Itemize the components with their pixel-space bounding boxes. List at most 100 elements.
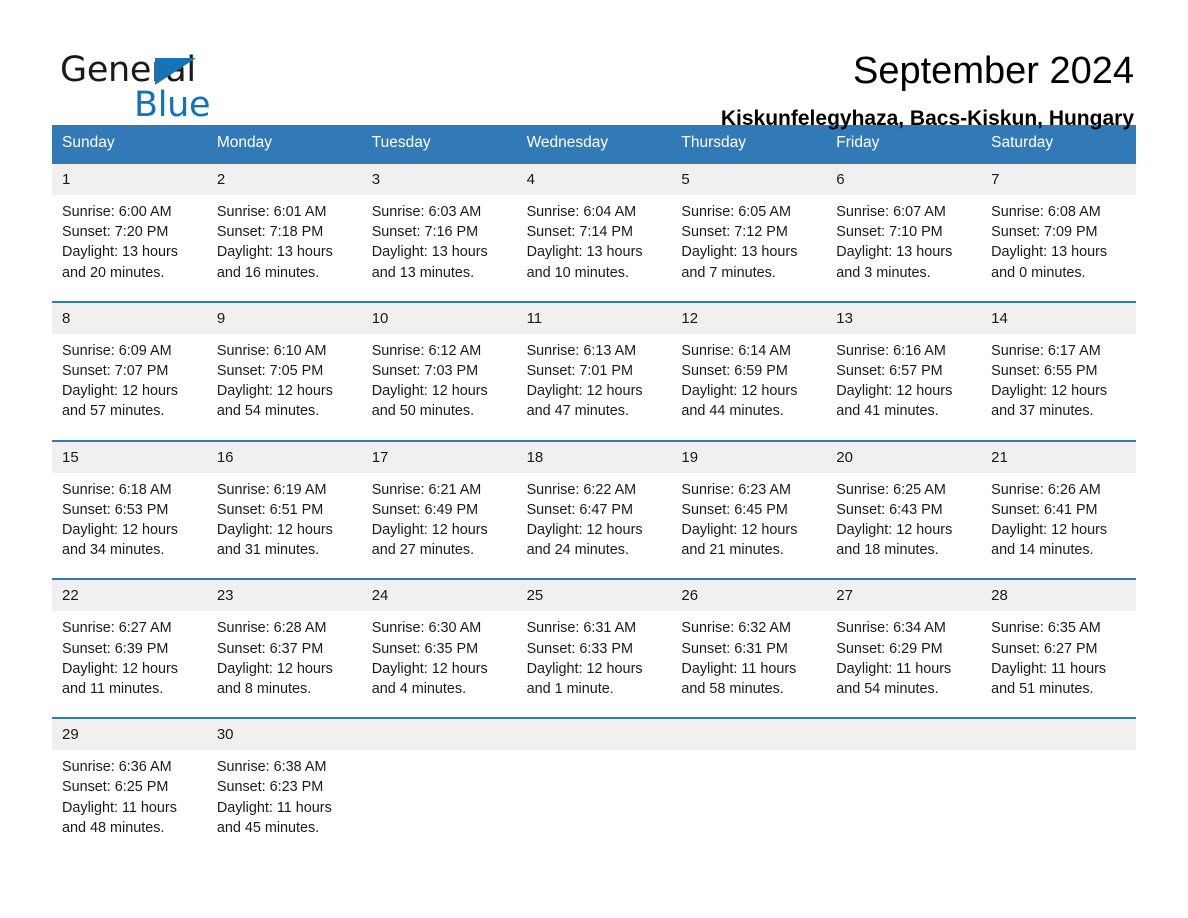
day-cell: Sunrise: 6:23 AM Sunset: 6:45 PM Dayligh… xyxy=(671,480,826,561)
daylight-text-line2: and 51 minutes. xyxy=(991,681,1094,698)
sunset-text: Sunset: 6:35 PM xyxy=(371,640,479,657)
daylight-text-line2: and 21 minutes. xyxy=(681,542,784,559)
daylight-text-line2: and 24 minutes. xyxy=(526,542,629,559)
daylight-text-line2: and 18 minutes. xyxy=(836,542,939,559)
sunrise-text: Sunrise: 6:08 AM xyxy=(991,204,1101,220)
daylight-text-line1: Daylight: 13 hours xyxy=(62,244,178,261)
page-title: September 2024 xyxy=(853,50,1134,92)
day-number: 7 xyxy=(991,171,1000,188)
day-cell: Sunrise: 6:38 AM Sunset: 6:23 PM Dayligh… xyxy=(207,757,362,838)
day-number: 13 xyxy=(836,309,853,327)
sunset-text: Sunset: 6:29 PM xyxy=(836,640,943,657)
day-cell: Sunrise: 6:35 AM Sunset: 6:27 PM Dayligh… xyxy=(981,618,1136,699)
weekday-header-sunday: Sunday xyxy=(62,134,115,151)
week-daynumber-row: 15 16 17 18 19 20 21 xyxy=(52,441,1136,473)
daylight-text-line1: Daylight: 12 hours xyxy=(62,383,178,400)
daylight-text-line1: Daylight: 12 hours xyxy=(681,383,798,400)
day-cell: Sunrise: 6:10 AM Sunset: 7:05 PM Dayligh… xyxy=(207,341,362,422)
day-number-empty xyxy=(826,719,981,750)
day-number-empty xyxy=(671,719,826,750)
day-number: 6 xyxy=(836,171,845,188)
week-row: 22 23 24 25 26 27 28 Sunrise: 6:27 AM Su… xyxy=(52,578,1136,718)
sunrise-text: Sunrise: 6:34 AM xyxy=(836,620,946,637)
daylight-text-line2: and 48 minutes. xyxy=(62,819,165,836)
daylight-text-line2: and 47 minutes. xyxy=(526,403,629,420)
sunset-text: Sunset: 6:47 PM xyxy=(526,501,633,518)
sunset-text: Sunset: 6:43 PM xyxy=(836,501,943,518)
day-cell: Sunrise: 6:03 AM Sunset: 7:16 PM Dayligh… xyxy=(362,202,517,283)
day-cell: Sunrise: 6:27 AM Sunset: 6:39 PM Dayligh… xyxy=(52,618,207,699)
day-number: 27 xyxy=(836,587,853,605)
daylight-text-line1: Daylight: 12 hours xyxy=(526,383,643,400)
sunrise-text: Sunrise: 6:05 AM xyxy=(681,204,792,220)
sunrise-text: Sunrise: 6:22 AM xyxy=(526,481,637,498)
daylight-text-line2: and 58 minutes. xyxy=(681,681,784,698)
sunset-text: Sunset: 6:37 PM xyxy=(216,640,324,657)
sunrise-text: Sunrise: 6:36 AM xyxy=(62,759,172,776)
daylight-text-line2: and 14 minutes. xyxy=(991,542,1094,559)
sunrise-text: Sunrise: 6:27 AM xyxy=(62,620,172,637)
daylight-text-line1: Daylight: 13 hours xyxy=(371,244,488,261)
daylight-text-line1: Daylight: 12 hours xyxy=(836,522,953,539)
calendar-table: Sunday Monday Tuesday Wednesday Thursday… xyxy=(52,125,1136,857)
day-cell: Sunrise: 6:01 AM Sunset: 7:18 PM Dayligh… xyxy=(207,202,362,283)
daylight-text-line1: Daylight: 12 hours xyxy=(681,522,798,539)
day-number: 5 xyxy=(681,171,690,188)
sunrise-text: Sunrise: 6:04 AM xyxy=(526,204,637,220)
daylight-text-line2: and 54 minutes. xyxy=(836,681,939,698)
day-cell-empty xyxy=(671,757,826,838)
sunrise-text: Sunrise: 6:09 AM xyxy=(62,342,172,359)
sunrise-text: Sunrise: 6:30 AM xyxy=(371,620,482,637)
day-cell: Sunrise: 6:14 AM Sunset: 6:59 PM Dayligh… xyxy=(671,341,826,422)
week-detail-row: Sunrise: 6:36 AM Sunset: 6:25 PM Dayligh… xyxy=(52,750,1136,857)
daylight-text-line1: Daylight: 12 hours xyxy=(62,522,178,539)
day-number: 17 xyxy=(371,448,389,466)
day-number-empty xyxy=(362,719,517,750)
daylight-text-line1: Daylight: 12 hours xyxy=(991,522,1108,539)
day-cell: Sunrise: 6:31 AM Sunset: 6:33 PM Dayligh… xyxy=(517,618,672,699)
day-cell: Sunrise: 6:19 AM Sunset: 6:51 PM Dayligh… xyxy=(207,480,362,561)
sunset-text: Sunset: 7:18 PM xyxy=(216,224,324,241)
day-number: 4 xyxy=(526,171,535,188)
week-detail-row: Sunrise: 6:18 AM Sunset: 6:53 PM Dayligh… xyxy=(52,472,1136,579)
week-daynumber-row: 8 9 10 11 12 13 14 xyxy=(52,302,1136,334)
daylight-text-line1: Daylight: 12 hours xyxy=(216,522,333,539)
day-number: 1 xyxy=(62,171,71,188)
sunrise-text: Sunrise: 6:18 AM xyxy=(62,481,172,498)
day-cell: Sunrise: 6:21 AM Sunset: 6:49 PM Dayligh… xyxy=(362,480,517,561)
week-row: 29 30 Sunrise: 6:36 AM Sunset: 6:25 PM D… xyxy=(52,717,1136,857)
daylight-text-line2: and 3 minutes. xyxy=(836,264,931,281)
day-cell: Sunrise: 6:16 AM Sunset: 6:57 PM Dayligh… xyxy=(826,341,981,422)
day-number: 15 xyxy=(62,448,79,466)
sunset-text: Sunset: 7:14 PM xyxy=(526,224,633,241)
daylight-text-line2: and 4 minutes. xyxy=(371,681,467,698)
day-cell: Sunrise: 6:13 AM Sunset: 7:01 PM Dayligh… xyxy=(517,341,672,422)
general-blue-logo: General Blue xyxy=(56,48,356,128)
day-cell: Sunrise: 6:26 AM Sunset: 6:41 PM Dayligh… xyxy=(981,480,1136,561)
daylight-text-line1: Daylight: 11 hours xyxy=(216,799,332,816)
day-number: 26 xyxy=(681,587,699,605)
sunset-text: Sunset: 6:51 PM xyxy=(216,501,324,518)
day-number: 29 xyxy=(62,726,79,744)
sunset-text: Sunset: 6:27 PM xyxy=(991,640,1098,657)
sunset-text: Sunset: 7:20 PM xyxy=(62,224,169,241)
daylight-text-line2: and 34 minutes. xyxy=(62,542,165,559)
day-cell: Sunrise: 6:28 AM Sunset: 6:37 PM Dayligh… xyxy=(207,618,362,699)
sunrise-text: Sunrise: 6:01 AM xyxy=(216,204,327,220)
day-cell: Sunrise: 6:32 AM Sunset: 6:31 PM Dayligh… xyxy=(671,618,826,699)
sunrise-text: Sunrise: 6:13 AM xyxy=(526,342,637,359)
sunset-text: Sunset: 7:01 PM xyxy=(526,363,633,380)
day-cell: Sunrise: 6:25 AM Sunset: 6:43 PM Dayligh… xyxy=(826,480,981,561)
calendar-page: General Blue September 2024 Kiskunfelegy… xyxy=(0,0,1188,918)
daylight-text-line1: Daylight: 12 hours xyxy=(216,660,333,677)
sunset-text: Sunset: 6:31 PM xyxy=(681,640,788,657)
daylight-text-line1: Daylight: 13 hours xyxy=(836,244,953,261)
daylight-text-line1: Daylight: 12 hours xyxy=(62,660,178,677)
sunset-text: Sunset: 6:59 PM xyxy=(681,363,788,380)
daylight-text-line2: and 41 minutes. xyxy=(836,403,939,420)
sunset-text: Sunset: 6:23 PM xyxy=(216,779,324,796)
daylight-text-line1: Daylight: 12 hours xyxy=(526,660,643,677)
weekday-header-tuesday: Tuesday xyxy=(371,134,431,151)
day-number: 3 xyxy=(371,171,381,188)
day-number: 8 xyxy=(62,309,71,327)
